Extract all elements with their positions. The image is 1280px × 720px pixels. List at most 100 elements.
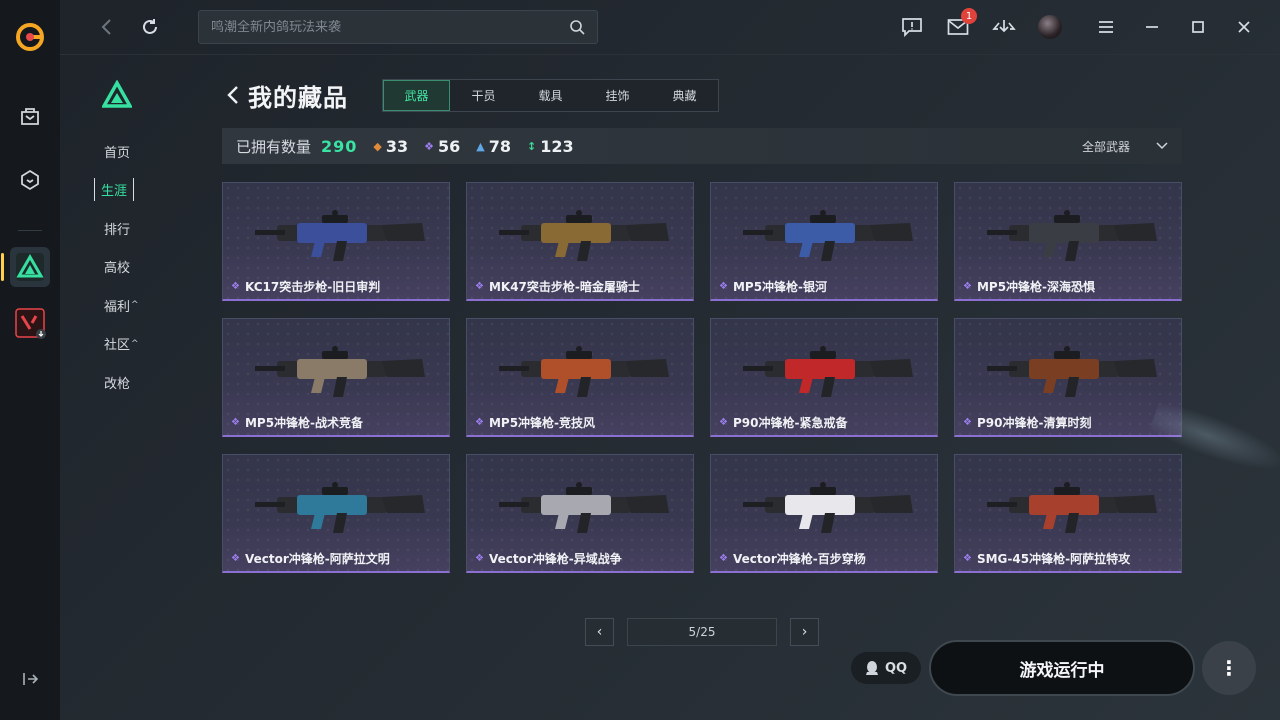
rarity-purple-icon: ❖	[231, 417, 240, 428]
download-icon[interactable]	[992, 15, 1016, 39]
minimize-icon[interactable]	[1140, 15, 1164, 39]
weapon-name: MP5冲锋枪-深海恐惧	[976, 280, 1096, 294]
caret-icon: ^	[131, 300, 139, 311]
qq-icon	[865, 661, 878, 675]
weapon-card[interactable]: ❖ Vector冲锋枪-异域战争	[466, 454, 694, 573]
nav-item-welfare[interactable]: 福利 ^	[80, 286, 160, 325]
rarity-purple-stat: ❖ 56	[424, 137, 460, 156]
weapon-card[interactable]: ❖ SMG-45冲锋枪-阿萨拉特攻	[954, 454, 1182, 573]
search-box[interactable]	[198, 10, 598, 44]
rarity-count: 78	[488, 136, 512, 156]
nav-item-gunsmith[interactable]: 改枪	[80, 363, 160, 402]
rarity-blue-icon: ▲	[476, 139, 485, 153]
qq-button[interactable]: QQ	[851, 652, 921, 684]
menu-icon[interactable]	[1094, 15, 1118, 39]
game-nav: 首页 生涯 排行 高校 福利 ^ 社区 ^ 改枪	[80, 79, 160, 402]
weapon-image	[255, 482, 425, 533]
rarity-blue-stat: ▲ 78	[476, 137, 511, 156]
rarity-purple-icon: ❖	[963, 281, 972, 292]
app-rail	[0, 0, 60, 720]
stats-bar: 已拥有数量 290 ◆ 33 ❖ 56 ▲ 78 ↕ 123 全部武器	[222, 128, 1182, 164]
next-page-button[interactable]: ›	[790, 618, 819, 646]
tab-vehicles[interactable]: 载具	[517, 80, 584, 111]
weapon-name: MP5冲锋枪-银河	[732, 280, 828, 294]
back-nav-icon[interactable]	[96, 16, 118, 38]
collapse-sidebar-icon[interactable]	[21, 670, 39, 692]
topbar-divider	[60, 54, 1280, 55]
rarity-purple-icon: ❖	[475, 553, 484, 564]
weapon-card[interactable]: ❖ Vector冲锋枪-百步穿杨	[710, 454, 938, 573]
weapon-name: MP5冲锋枪-竞技风	[488, 416, 596, 430]
back-icon[interactable]	[222, 84, 244, 106]
rarity-count: 123	[540, 136, 574, 156]
filter-label: 全部武器	[1081, 139, 1130, 154]
maximize-icon[interactable]	[1186, 15, 1210, 39]
weapon-card[interactable]: ❖ MK47突击步枪-暗金屠骑士	[466, 182, 694, 301]
prev-page-button[interactable]: ‹	[585, 618, 614, 646]
weapon-card[interactable]: ❖ MP5冲锋枪-银河	[710, 182, 938, 301]
search-input[interactable]	[211, 19, 569, 35]
rarity-count: 33	[385, 136, 409, 156]
weapon-filter-dropdown[interactable]: 全部武器	[1082, 128, 1168, 164]
more-options-button[interactable]: ⋮	[1202, 641, 1256, 695]
collection-tabs: 武器 干员 载具 挂饰 典藏	[382, 79, 719, 112]
rarity-purple-icon: ❖	[424, 139, 435, 153]
weapon-caption: ❖ MP5冲锋枪-战术竞备	[231, 414, 363, 431]
nav-item-college[interactable]: 高校	[80, 248, 160, 287]
chat-icon[interactable]	[900, 15, 924, 39]
nav-label: 生涯	[94, 178, 135, 202]
valorant-game-icon[interactable]	[10, 303, 50, 343]
game-library-icon[interactable]	[10, 160, 50, 200]
weapon-caption: ❖ Vector冲锋枪-百步穿杨	[719, 550, 866, 567]
weapon-image	[255, 210, 425, 261]
rarity-purple-icon: ❖	[475, 281, 484, 292]
rarity-purple-icon: ❖	[231, 553, 240, 564]
weapon-name: MK47突击步枪-暗金屠骑士	[488, 280, 640, 294]
weapon-caption: ❖ P90冲锋枪-清算时刻	[963, 414, 1091, 431]
nav-label: 排行	[104, 222, 131, 238]
nav-label: 福利	[104, 299, 131, 315]
pagination: ‹ 5/25 ›	[585, 618, 819, 646]
weapon-image	[743, 346, 913, 397]
weapon-card[interactable]: ❖ P90冲锋枪-清算时刻	[954, 318, 1182, 437]
weapon-image	[987, 346, 1157, 397]
page-header: 我的藏品	[222, 78, 348, 112]
weapon-card[interactable]: ❖ MP5冲锋枪-竞技风	[466, 318, 694, 437]
refresh-icon[interactable]	[139, 16, 161, 38]
page-indicator: 5/25	[627, 618, 777, 646]
weapon-name: Vector冲锋枪-百步穿杨	[732, 552, 866, 566]
weapon-caption: ❖ KC17突击步枪-旧日审判	[231, 278, 380, 295]
weapon-card[interactable]: ❖ MP5冲锋枪-战术竞备	[222, 318, 450, 437]
nav-item-ranking[interactable]: 排行	[80, 209, 160, 248]
weapon-card[interactable]: ❖ P90冲锋枪-紧急戒备	[710, 318, 938, 437]
app-logo-icon[interactable]	[15, 22, 45, 52]
weapon-card[interactable]: ❖ MP5冲锋枪-深海恐惧	[954, 182, 1182, 301]
weapon-name: Vector冲锋枪-阿萨拉文明	[244, 552, 390, 566]
store-icon[interactable]	[10, 96, 50, 136]
page-title: 我的藏品	[248, 83, 348, 112]
nav-item-home[interactable]: 首页	[80, 132, 160, 171]
tab-weapons[interactable]: 武器	[383, 80, 450, 111]
weapon-caption: ❖ MP5冲锋枪-竞技风	[475, 414, 595, 431]
owned-count: 290	[321, 136, 358, 156]
search-icon[interactable]	[569, 19, 585, 35]
nav-item-career[interactable]: 生涯	[80, 171, 160, 210]
weapon-image	[743, 482, 913, 533]
weapon-image	[743, 210, 913, 261]
chevron-down-icon	[1156, 142, 1168, 150]
tab-operators[interactable]: 干员	[450, 80, 517, 111]
weapon-image	[499, 482, 669, 533]
delta-force-game-icon[interactable]	[1, 247, 50, 287]
mail-badge: 1	[961, 8, 977, 24]
game-running-button[interactable]: 游戏运行中	[929, 640, 1195, 696]
close-icon[interactable]	[1232, 15, 1256, 39]
mail-icon[interactable]: 1	[946, 8, 977, 39]
weapon-card[interactable]: ❖ Vector冲锋枪-阿萨拉文明	[222, 454, 450, 573]
weapon-caption: ❖ Vector冲锋枪-阿萨拉文明	[231, 550, 390, 567]
nav-item-community[interactable]: 社区 ^	[80, 325, 160, 364]
weapon-card[interactable]: ❖ KC17突击步枪-旧日审判	[222, 182, 450, 301]
rarity-purple-icon: ❖	[963, 553, 972, 564]
tab-collection[interactable]: 典藏	[651, 80, 718, 111]
user-avatar[interactable]	[1038, 15, 1062, 39]
tab-charms[interactable]: 挂饰	[584, 80, 651, 111]
